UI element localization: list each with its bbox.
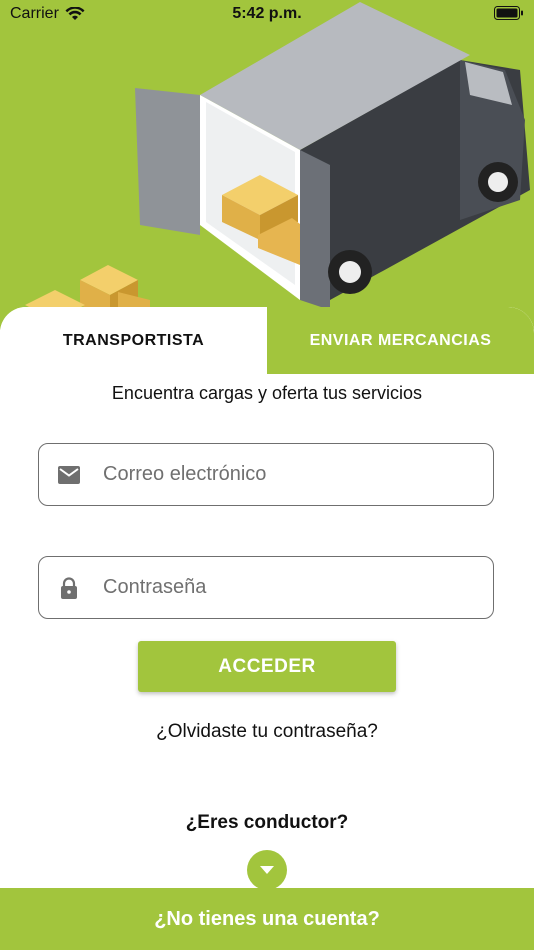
forgot-password-link[interactable]: ¿Olvidaste tu contraseña? (0, 721, 534, 743)
signup-bar[interactable]: ¿No tienes una cuenta? (0, 888, 534, 950)
login-card: TRANSPORTISTA ENVIAR MERCANCIAS Encuentr… (0, 307, 534, 950)
login-button[interactable]: ACCEDER (138, 641, 396, 692)
tab-transportista[interactable]: TRANSPORTISTA (0, 307, 267, 374)
mail-icon (39, 465, 99, 484)
chevron-down-icon (260, 866, 274, 874)
delivery-truck-illustration (25, 2, 530, 320)
password-input[interactable] (101, 575, 465, 600)
email-field[interactable] (38, 443, 494, 506)
tab-enviar-mercancias[interactable]: ENVIAR MERCANCIAS (267, 307, 534, 374)
tab-bar: TRANSPORTISTA ENVIAR MERCANCIAS (0, 307, 534, 374)
password-field[interactable] (38, 556, 494, 619)
expand-button[interactable] (247, 850, 287, 890)
email-input[interactable] (101, 462, 465, 487)
driver-prompt: ¿Eres conductor? (185, 812, 349, 833)
signup-label: ¿No tienes una cuenta? (154, 907, 380, 930)
hero-illustration (0, 0, 534, 330)
battery-icon (494, 6, 523, 20)
status-time: 5:42 p.m. (232, 5, 302, 22)
lock-icon (39, 576, 99, 599)
status-bar: Carrier 5:42 p.m. (0, 0, 534, 28)
subtitle: Encuentra cargas y oferta tus servicios (111, 383, 423, 403)
